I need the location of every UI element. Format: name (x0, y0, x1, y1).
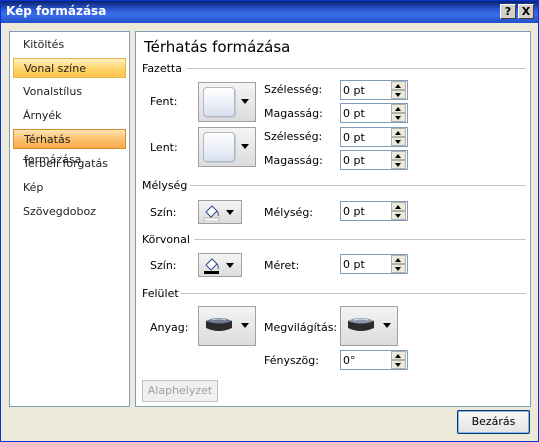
spin-up-icon[interactable] (391, 81, 406, 90)
spin-down-icon[interactable] (391, 211, 406, 220)
material-label: Anyag: (150, 321, 189, 334)
help-button[interactable]: ? (500, 4, 516, 19)
bevel-top-preview-icon (203, 87, 235, 117)
spin-down-icon[interactable] (391, 137, 406, 146)
spin-up-icon[interactable] (391, 351, 406, 360)
settings-panel: Térhatás formázása Fazetta Fent: Széless… (135, 31, 531, 407)
paint-bucket-icon (204, 258, 219, 274)
chevron-down-icon (226, 263, 234, 268)
close-button[interactable]: Bezárás (457, 410, 530, 434)
bevel-bottom-label: Lent: (150, 141, 178, 154)
contour-divider (194, 239, 526, 240)
sidebar-item-line-color[interactable]: Vonal színe (13, 58, 126, 78)
angle-spinner[interactable] (340, 350, 408, 370)
depth-input[interactable] (342, 203, 390, 219)
sidebar-item-text-box[interactable]: Szövegdoboz (13, 202, 126, 222)
format-picture-dialog: Kép formázása ? X Kitöltés Vonal színe V… (0, 0, 539, 442)
bevel-divider (186, 68, 526, 69)
bevel-group-label: Fazetta (142, 62, 182, 75)
spin-up-icon[interactable] (391, 255, 406, 264)
sidebar-item-shadow[interactable]: Árnyék (13, 106, 126, 126)
chevron-down-icon (383, 323, 391, 328)
surface-divider (180, 293, 526, 294)
contour-size-spinner[interactable] (340, 254, 408, 274)
spin-down-icon[interactable] (391, 360, 406, 369)
bevel-top-width-input[interactable] (342, 82, 390, 98)
bevel-bottom-height-label: Magasság: (264, 154, 323, 167)
bevel-top-dropdown[interactable] (198, 82, 256, 122)
depth-group-label: Mélység (142, 179, 188, 192)
chevron-down-icon (241, 323, 249, 328)
contour-size-label: Méret: (264, 259, 300, 272)
sidebar-item-line-style[interactable]: Vonalstílus (13, 82, 126, 102)
lighting-dropdown[interactable] (340, 306, 398, 346)
spin-up-icon[interactable] (391, 104, 406, 113)
chevron-down-icon (241, 99, 249, 104)
depth-color-label: Szín: (150, 206, 177, 219)
panel-title: Térhatás formázása (144, 38, 291, 56)
chevron-down-icon (226, 210, 234, 215)
angle-input[interactable] (342, 352, 390, 368)
bevel-top-width-label: Szélesség: (264, 83, 323, 96)
contour-color-dropdown[interactable] (198, 253, 242, 277)
lighting-label: Megvilágítás: (264, 321, 338, 334)
material-dropdown[interactable] (198, 306, 256, 346)
spin-down-icon[interactable] (391, 264, 406, 273)
surface-group-label: Felület (142, 287, 179, 300)
spin-down-icon[interactable] (391, 113, 406, 122)
lighting-preview-icon (348, 318, 374, 331)
spin-down-icon[interactable] (391, 90, 406, 99)
sidebar-item-fill[interactable]: Kitöltés (13, 35, 126, 55)
title-bar: Kép formázása ? X (1, 1, 538, 23)
depth-spinner[interactable] (340, 201, 408, 221)
sidebar-item-picture[interactable]: Kép (13, 178, 126, 198)
contour-group-label: Körvonal (142, 233, 190, 246)
angle-label: Fényszög: (264, 354, 319, 367)
bevel-bottom-width-spinner[interactable] (340, 127, 408, 147)
spin-down-icon[interactable] (391, 160, 406, 169)
contour-color-label: Szín: (150, 259, 177, 272)
spin-up-icon[interactable] (391, 202, 406, 211)
window-title: Kép formázása (6, 4, 107, 18)
bevel-bottom-height-input[interactable] (342, 152, 390, 168)
sidebar-item-3d-format[interactable]: Térhatás formázása (13, 129, 126, 166)
bevel-top-width-spinner[interactable] (340, 80, 408, 100)
bevel-bottom-width-label: Szélesség: (264, 130, 323, 143)
bevel-bottom-width-input[interactable] (342, 129, 390, 145)
bevel-bottom-height-spinner[interactable] (340, 150, 408, 170)
material-preview-icon (206, 318, 232, 331)
bevel-top-height-input[interactable] (342, 105, 390, 121)
bevel-top-height-label: Magasság: (264, 107, 323, 120)
spin-up-icon[interactable] (391, 128, 406, 137)
bevel-bottom-dropdown[interactable] (198, 127, 256, 167)
spin-up-icon[interactable] (391, 151, 406, 160)
close-window-button[interactable]: X (518, 4, 534, 19)
bevel-top-height-spinner[interactable] (340, 103, 408, 123)
depth-label: Mélység: (264, 206, 314, 219)
reset-button[interactable]: Alaphelyzet (142, 380, 218, 402)
depth-color-dropdown[interactable] (198, 200, 242, 224)
category-list: Kitöltés Vonal színe Vonalstílus Árnyék … (9, 31, 130, 407)
chevron-down-icon (241, 144, 249, 149)
contour-size-input[interactable] (342, 256, 390, 272)
paint-bucket-icon (203, 205, 220, 221)
depth-divider (190, 185, 526, 186)
bevel-bottom-preview-icon (203, 132, 235, 162)
bevel-top-label: Fent: (150, 95, 178, 108)
sidebar-item-3d-rotation[interactable]: Térbeli forgatás (13, 154, 126, 174)
